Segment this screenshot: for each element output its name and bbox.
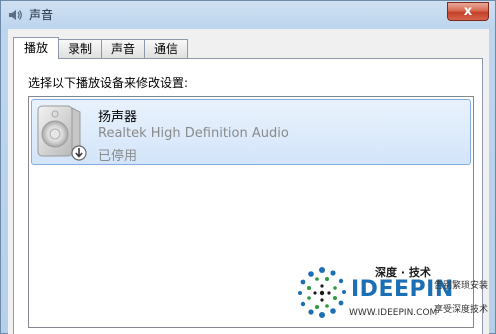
window-title: 声音 [29, 8, 54, 22]
tab-communications[interactable]: 通信 [144, 39, 189, 59]
watermark: 深度 · 技术 IDEEPIN WWW.IDEEPIN.COM 告别繁琐安装 享… [293, 262, 496, 334]
close-icon: x [463, 4, 473, 19]
title-bar[interactable]: 声音 x [1, 1, 495, 29]
tab-sounds[interactable]: 声音 [101, 39, 146, 59]
device-item-speakers[interactable]: 扬声器 Realtek High Definition Audio 已停用 [31, 99, 471, 165]
ideepin-logo-icon [298, 267, 346, 318]
instruction-text: 选择以下播放设备来修改设置: [28, 76, 189, 90]
tab-playback[interactable]: 播放 [13, 37, 60, 59]
speaker-icon [37, 105, 87, 161]
close-button[interactable]: x [447, 2, 489, 21]
disabled-arrow-icon [71, 145, 87, 161]
device-status: 已停用 [98, 149, 138, 164]
watermark-tagline-1: 告别繁琐安装 [434, 281, 489, 291]
device-description: Realtek High Definition Audio [98, 126, 289, 141]
tab-strip: 播放 录制 声音 通信 [13, 37, 189, 59]
device-name: 扬声器 [98, 110, 138, 125]
sound-icon [9, 10, 22, 20]
tab-recording[interactable]: 录制 [58, 39, 103, 59]
watermark-tagline-2: 享受深度技术 [434, 305, 489, 315]
watermark-url: WWW.IDEEPIN.COM [349, 308, 438, 318]
